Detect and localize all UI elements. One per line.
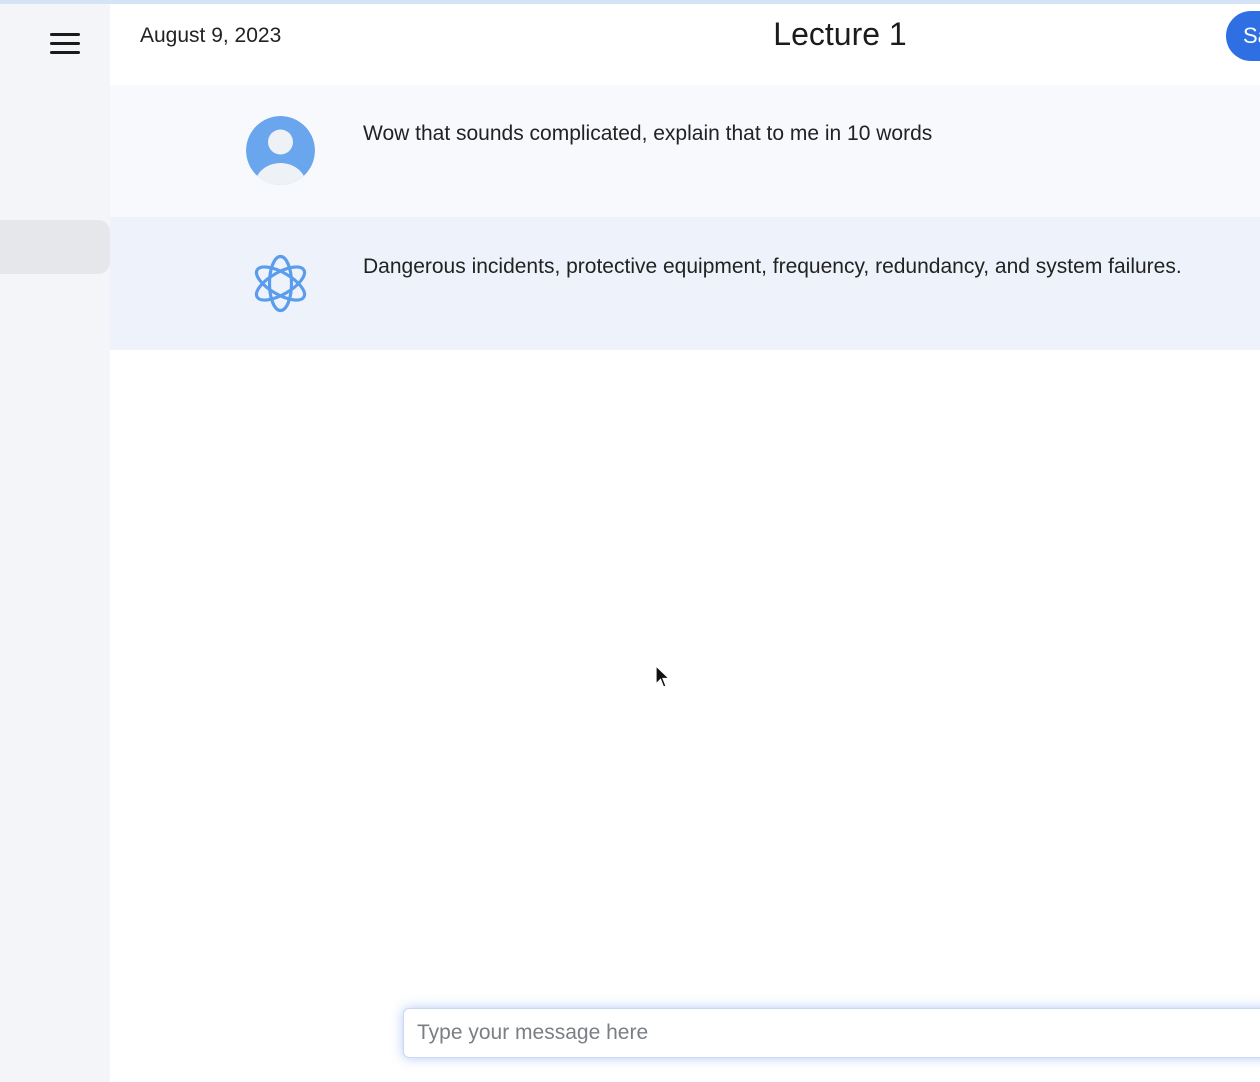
mouse-pointer-icon (655, 665, 671, 688)
page-title: Lecture 1 (773, 16, 907, 52)
save-button[interactable]: Save (1226, 11, 1260, 61)
menu-bar (50, 41, 80, 45)
page-title-wrap: Lecture 1 (110, 16, 1260, 53)
message-row-assistant: Dangerous incidents, protective equipmen… (110, 217, 1260, 350)
header-date: August 9, 2023 (140, 24, 282, 47)
assistant-message-text: Dangerous incidents, protective equipmen… (363, 255, 1182, 278)
message-input[interactable] (404, 1009, 1260, 1057)
openai-logo-icon (246, 249, 315, 318)
chat-header: August 9, 2023 Lecture 1 Save (110, 4, 1260, 85)
openai-logo-svg (254, 254, 307, 313)
user-message-text: Wow that sounds complicated, explain tha… (363, 122, 933, 145)
message-row-user: Wow that sounds complicated, explain tha… (110, 85, 1260, 217)
message-composer (403, 1008, 1260, 1058)
user-avatar-svg (246, 116, 315, 185)
sidebar-item-selected[interactable] (0, 220, 110, 274)
sidebar (0, 4, 110, 1082)
hamburger-menu-icon[interactable] (44, 26, 86, 60)
menu-bar (50, 32, 80, 36)
menu-bar (50, 50, 80, 54)
app-window: August 9, 2023 Lecture 1 Save Wow that s… (0, 0, 1260, 1082)
user-avatar-icon (246, 116, 315, 185)
